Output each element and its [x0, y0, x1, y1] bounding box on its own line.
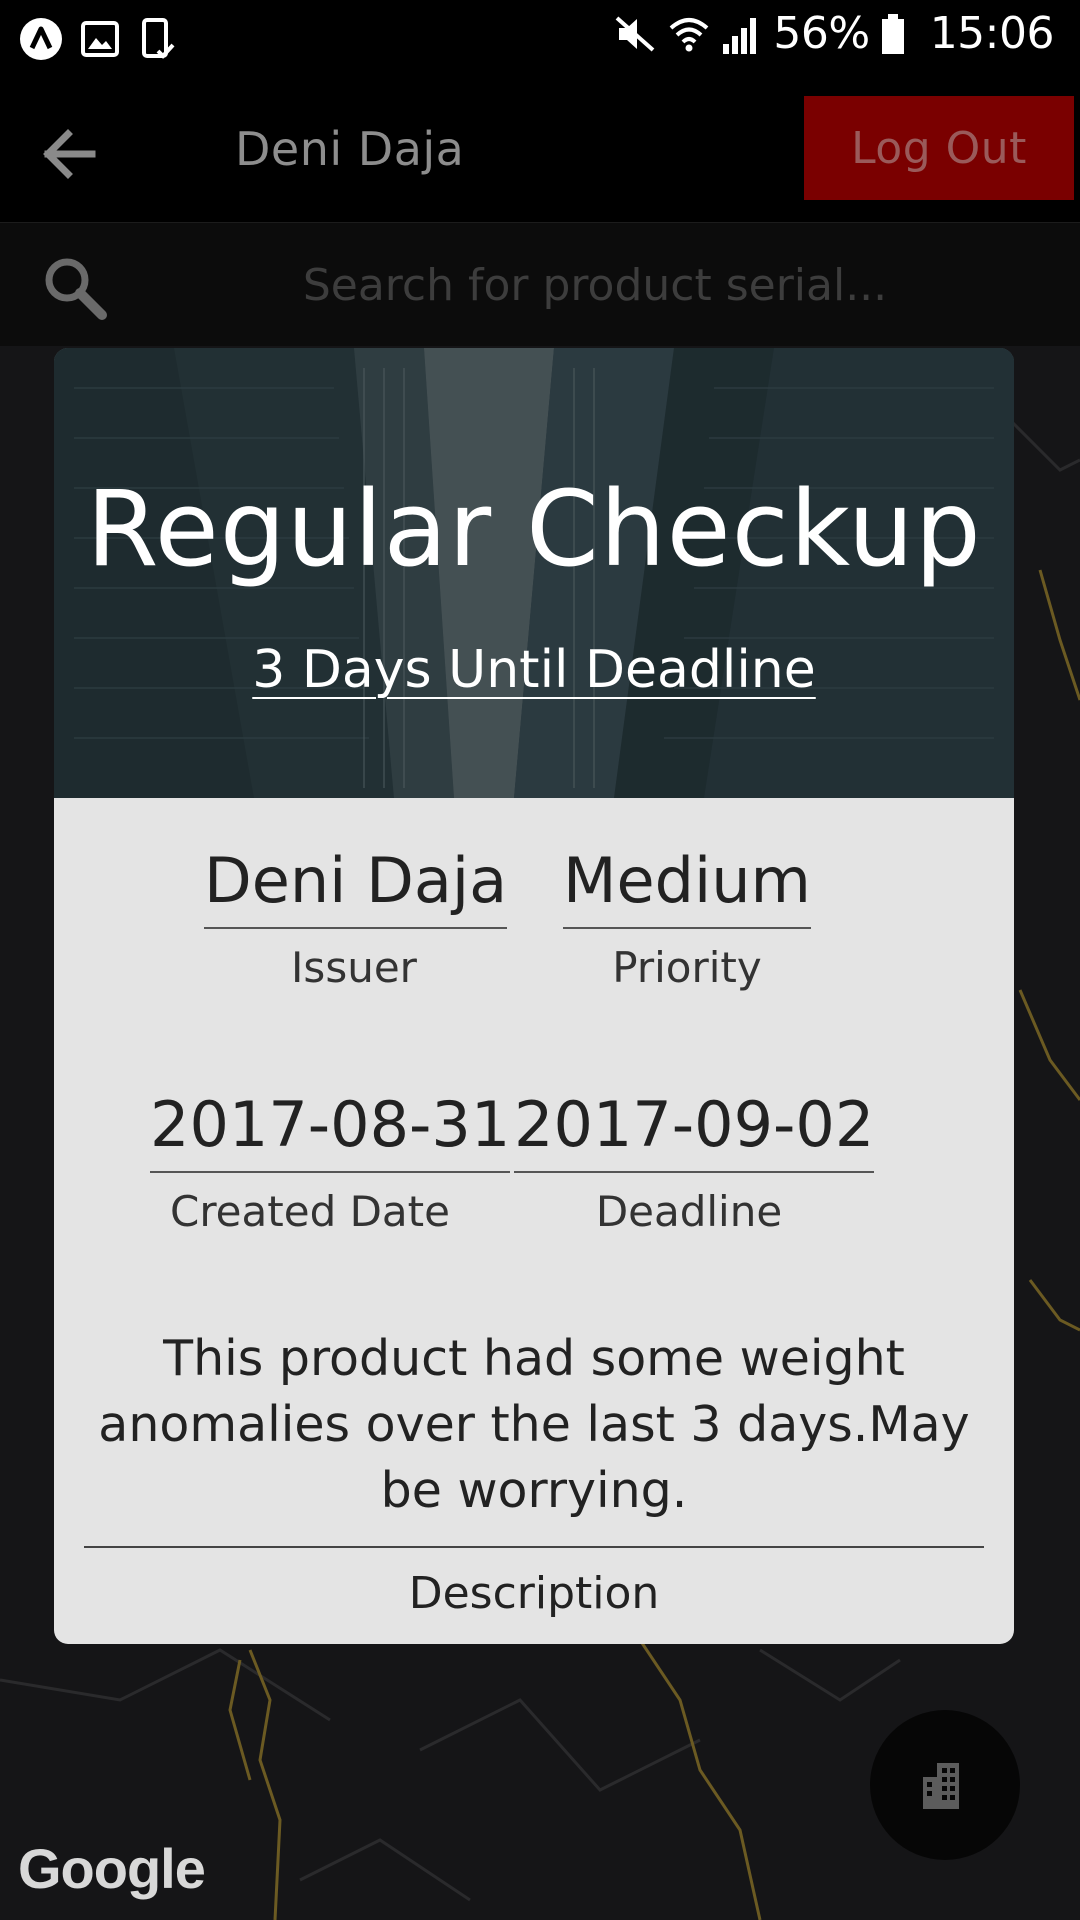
wifi-icon — [670, 17, 709, 51]
building-fab-button[interactable] — [870, 1710, 1020, 1860]
priority-label: Priority — [612, 943, 762, 992]
issuer-field: Deni Daja Issuer — [204, 844, 508, 992]
task-card: Regular Checkup 3 Days Until Deadline De… — [54, 348, 1014, 1644]
back-arrow-icon[interactable] — [34, 118, 106, 190]
app-icon — [20, 18, 62, 60]
app-bar: Deni Daja Log Out — [0, 78, 1080, 222]
description-divider — [84, 1546, 984, 1548]
google-logo: Google — [18, 1837, 206, 1900]
search-input[interactable] — [130, 243, 1060, 327]
battery-percent: 56% — [773, 8, 870, 59]
app-screen: 56% 15:06 Deni Daja Log Out Search for p… — [0, 0, 1080, 1920]
mute-icon — [616, 16, 655, 51]
priority-field: Medium Priority — [554, 844, 820, 992]
building-icon — [923, 1763, 959, 1809]
card-body: Deni Daja Issuer Medium Priority 2017-08… — [54, 798, 1014, 1644]
battery-icon — [881, 13, 904, 54]
deadline-countdown-link[interactable]: 3 Days Until Deadline — [252, 640, 816, 700]
issuer-value: Deni Daja — [204, 844, 508, 929]
card-title: Regular Checkup — [86, 468, 982, 590]
user-name-title: Deni Daja — [235, 122, 465, 176]
search-icon[interactable] — [40, 253, 110, 323]
description-label: Description — [408, 1568, 660, 1619]
created-date-field: 2017-08-31 Created Date — [150, 1088, 511, 1236]
status-bar: 56% 15:06 — [0, 0, 1080, 78]
deadline-label: Deadline — [595, 1187, 783, 1236]
search-bar — [0, 222, 1080, 346]
issuer-label: Issuer — [291, 943, 417, 992]
description-text: This product had some weight anomalies o… — [98, 1330, 970, 1519]
card-header: Regular Checkup 3 Days Until Deadline — [54, 348, 1014, 798]
deadline-field: 2017-09-02 Deadline — [514, 1088, 875, 1236]
phone-check-icon — [142, 18, 175, 59]
created-date-label: Created Date — [170, 1187, 450, 1236]
clock: 15:06 — [929, 8, 1055, 59]
created-date-value: 2017-08-31 — [150, 1088, 511, 1173]
logout-button[interactable]: Log Out — [804, 96, 1074, 200]
signal-icon — [723, 17, 757, 54]
deadline-value: 2017-09-02 — [514, 1088, 875, 1173]
gallery-icon — [81, 21, 119, 57]
priority-value: Medium — [563, 844, 811, 929]
